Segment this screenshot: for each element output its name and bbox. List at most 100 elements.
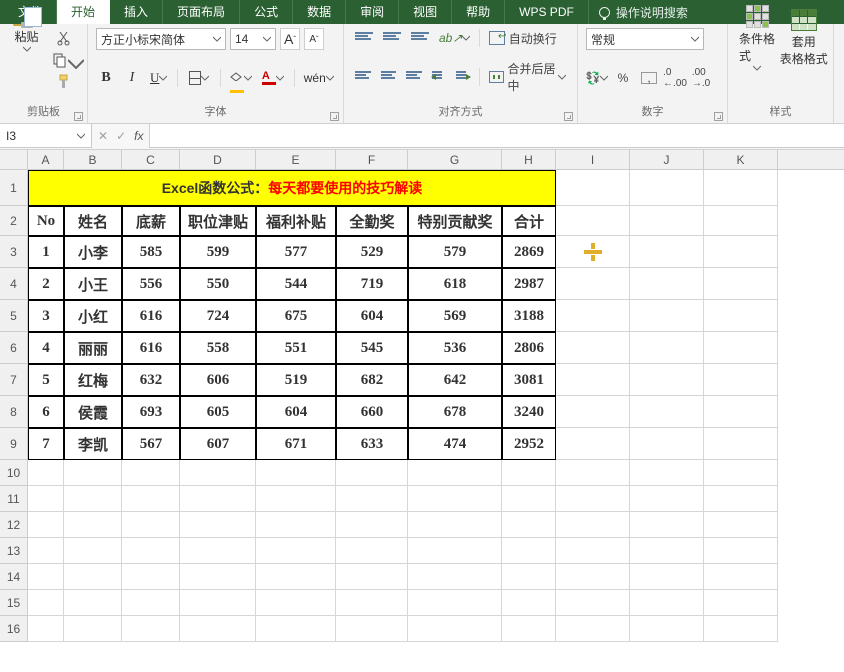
cell[interactable] xyxy=(336,590,408,616)
decrease-decimal-button[interactable]: .00→.0 xyxy=(690,68,712,88)
percent-button[interactable]: % xyxy=(612,68,634,88)
cell[interactable]: 536 xyxy=(408,332,502,364)
cell[interactable] xyxy=(704,460,778,486)
cell[interactable]: 474 xyxy=(408,428,502,460)
font-family-select[interactable]: 方正小标宋简体 xyxy=(96,28,226,50)
cell[interactable] xyxy=(28,486,64,512)
cell[interactable] xyxy=(630,364,704,396)
cell[interactable]: 607 xyxy=(180,428,256,460)
cell[interactable] xyxy=(336,538,408,564)
align-bottom-button[interactable] xyxy=(408,28,432,48)
cell[interactable]: 558 xyxy=(180,332,256,364)
cell[interactable]: 579 xyxy=(408,236,502,268)
tab-data[interactable]: 数据 xyxy=(293,0,346,24)
copy-button[interactable] xyxy=(49,50,79,70)
phonetic-button[interactable]: wén xyxy=(302,68,335,88)
cell[interactable] xyxy=(556,332,630,364)
cell[interactable]: 618 xyxy=(408,268,502,300)
cell[interactable] xyxy=(180,460,256,486)
cell[interactable] xyxy=(556,512,630,538)
cell[interactable] xyxy=(502,486,556,512)
cell[interactable]: 3240 xyxy=(502,396,556,428)
conditional-format-button[interactable]: 条件格式 xyxy=(736,28,779,48)
cell[interactable]: 合计 xyxy=(502,206,556,236)
fx-icon[interactable]: fx xyxy=(134,129,143,143)
comma-button[interactable]: , xyxy=(638,68,660,88)
align-right-button[interactable] xyxy=(403,67,425,87)
cell[interactable] xyxy=(256,486,336,512)
row-header[interactable]: 5 xyxy=(0,300,28,332)
cell[interactable]: 682 xyxy=(336,364,408,396)
cell[interactable]: 职位津贴 xyxy=(180,206,256,236)
cell[interactable] xyxy=(336,460,408,486)
cell[interactable]: 585 xyxy=(122,236,180,268)
cell[interactable] xyxy=(630,538,704,564)
cell[interactable]: 605 xyxy=(180,396,256,428)
select-all-corner[interactable] xyxy=(0,150,28,169)
cell[interactable]: 2 xyxy=(28,268,64,300)
tab-home[interactable]: 开始 xyxy=(57,0,110,24)
cell[interactable] xyxy=(122,460,180,486)
cell[interactable] xyxy=(64,590,122,616)
cell[interactable]: 3081 xyxy=(502,364,556,396)
cell[interactable] xyxy=(408,460,502,486)
row-header[interactable]: 7 xyxy=(0,364,28,396)
cell[interactable] xyxy=(704,236,778,268)
cell[interactable] xyxy=(630,486,704,512)
cell[interactable]: 550 xyxy=(180,268,256,300)
cell[interactable]: 544 xyxy=(256,268,336,300)
cell[interactable] xyxy=(256,512,336,538)
cell[interactable] xyxy=(502,512,556,538)
cell[interactable] xyxy=(180,590,256,616)
cell[interactable] xyxy=(256,616,336,642)
cell[interactable] xyxy=(630,170,704,206)
cell[interactable] xyxy=(28,590,64,616)
cell[interactable] xyxy=(502,538,556,564)
grow-font-button[interactable]: Aˆ xyxy=(280,28,300,50)
bold-button[interactable]: B xyxy=(96,68,116,88)
cell[interactable] xyxy=(408,590,502,616)
fill-color-button[interactable] xyxy=(229,68,254,88)
cell[interactable] xyxy=(336,512,408,538)
row-header[interactable]: 3 xyxy=(0,236,28,268)
cell[interactable] xyxy=(122,538,180,564)
cell[interactable] xyxy=(704,364,778,396)
col-header[interactable]: H xyxy=(502,150,556,169)
cell[interactable] xyxy=(704,428,778,460)
italic-button[interactable]: I xyxy=(122,68,142,88)
name-box[interactable]: I3 xyxy=(0,124,92,148)
increase-decimal-button[interactable]: .0←.00 xyxy=(664,68,686,88)
cell[interactable] xyxy=(122,616,180,642)
dialog-launcher-icon[interactable] xyxy=(74,112,83,121)
tell-me-search[interactable]: 操作说明搜索 xyxy=(589,0,698,24)
cell[interactable] xyxy=(630,300,704,332)
cell[interactable] xyxy=(502,460,556,486)
cell[interactable] xyxy=(64,512,122,538)
accounting-button[interactable]: 💱 xyxy=(586,68,608,88)
row-header[interactable]: 16 xyxy=(0,616,28,642)
dialog-launcher-icon[interactable] xyxy=(564,112,573,121)
format-as-table-button[interactable]: 套用 表格格式 xyxy=(783,28,826,48)
cell[interactable]: 693 xyxy=(122,396,180,428)
col-header[interactable]: A xyxy=(28,150,64,169)
col-header[interactable]: K xyxy=(704,150,778,169)
row-header[interactable]: 14 xyxy=(0,564,28,590)
row-header[interactable]: 2 xyxy=(0,206,28,236)
tab-wpspdf[interactable]: WPS PDF xyxy=(505,0,589,24)
cut-button[interactable] xyxy=(49,28,79,48)
cell[interactable] xyxy=(556,564,630,590)
cell[interactable] xyxy=(704,616,778,642)
cell[interactable]: 567 xyxy=(122,428,180,460)
row-header[interactable]: 10 xyxy=(0,460,28,486)
cell[interactable]: 2869 xyxy=(502,236,556,268)
cell[interactable]: 671 xyxy=(256,428,336,460)
cell[interactable] xyxy=(704,538,778,564)
row-header[interactable]: 13 xyxy=(0,538,28,564)
cell[interactable] xyxy=(256,590,336,616)
cell[interactable] xyxy=(556,206,630,236)
cell[interactable] xyxy=(502,564,556,590)
cell[interactable] xyxy=(180,512,256,538)
cell[interactable] xyxy=(336,616,408,642)
row-header[interactable]: 12 xyxy=(0,512,28,538)
cell[interactable]: 5 xyxy=(28,364,64,396)
